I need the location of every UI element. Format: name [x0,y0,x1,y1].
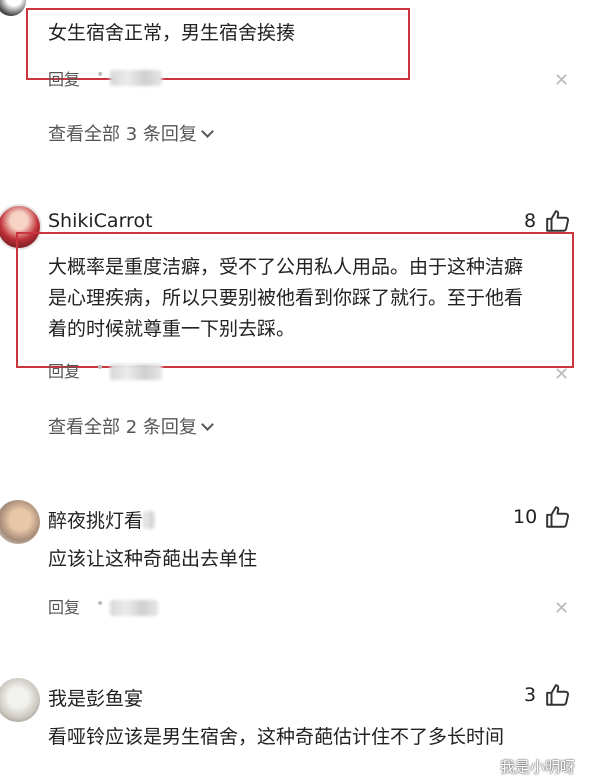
thumbs-up-icon[interactable] [545,682,571,708]
reply-button[interactable]: 回复 [48,594,80,618]
chevron-down-icon [201,418,214,431]
comment-text: 看哑铃应该是男生宿舍，这种奇葩估计住不了多长时间 [48,726,505,748]
comment-line: 大概率是重度洁癖，受不了公用私人用品。由于这种洁癖 [48,256,524,278]
comment-line: 着的时候就尊重一下别去踩。 [48,318,296,340]
thumbs-up-icon[interactable] [545,504,571,530]
comment-text: 应该让这种奇葩出去单住 [48,548,258,570]
comment-text: 女生宿舍正常，男生宿舍挨揍 [48,22,296,44]
blurred-timestamp [110,600,158,616]
avatar[interactable] [0,500,40,544]
like-count: 3 [524,684,537,706]
comment-line: 是心理疾病，所以只要别被他看到你踩了就行。至于他看 [48,287,524,309]
like-count: 10 [513,506,538,528]
avatar[interactable] [0,0,26,16]
view-more-label: 查看全部 3 条回复 [48,124,197,145]
username-text: 醉夜挑灯看 [48,510,144,532]
close-icon[interactable]: ✕ [554,364,569,385]
reply-button[interactable]: 回复 [48,358,80,382]
blurred-timestamp [110,364,162,380]
avatar[interactable] [0,678,40,722]
chevron-down-icon [201,125,214,138]
view-more-replies[interactable]: 查看全部 2 条回复 [48,413,214,439]
thumbs-up-icon[interactable] [545,208,571,234]
username[interactable]: ShikiCarrot [48,210,153,232]
separator-dot: • [96,360,105,376]
comment-text: 大概率是重度洁癖，受不了公用私人用品。由于这种洁癖 是心理疾病，所以只要别被他看… [48,252,578,345]
close-icon[interactable]: ✕ [554,598,569,619]
username[interactable]: 醉夜挑灯看 [48,506,156,533]
reply-button[interactable]: 回复 [48,66,80,90]
view-more-label: 查看全部 2 条回复 [48,417,197,438]
view-more-replies[interactable]: 查看全部 3 条回复 [48,120,214,146]
separator-dot: • [96,67,105,83]
close-icon[interactable]: ✕ [554,70,569,91]
blurred-username-tail [143,511,156,529]
blurred-timestamp [110,70,162,86]
separator-dot: • [96,596,105,612]
like-count: 8 [524,210,537,232]
username[interactable]: 我是彭鱼宴 [48,684,143,711]
watermark: 我是小明呀 [500,758,576,776]
